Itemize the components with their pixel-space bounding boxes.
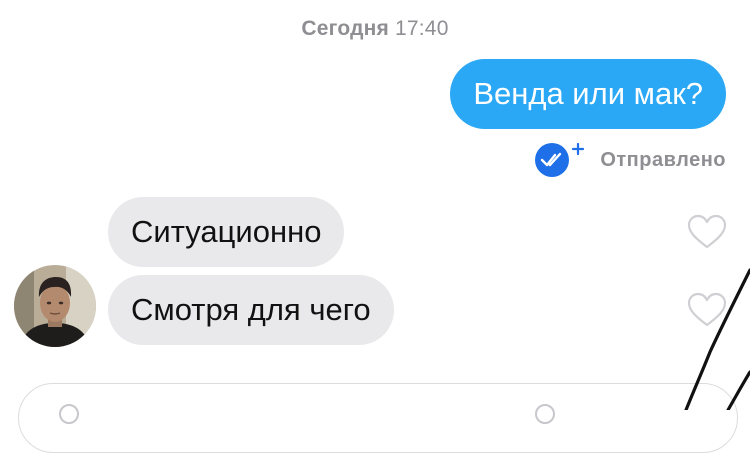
date-separator-time: 17:40 [395, 17, 449, 40]
incoming-message-bubble[interactable]: Ситуационно [108, 197, 345, 267]
message-composer[interactable] [18, 383, 738, 453]
incoming-message-bubble[interactable]: Смотря для чего [108, 275, 394, 345]
camera-icon[interactable] [59, 404, 79, 424]
incoming-message-text: Смотря для чего [131, 292, 371, 327]
date-separator: Сегодня 17:40 [0, 17, 750, 41]
sender-avatar[interactable] [14, 265, 96, 347]
heart-icon[interactable] [686, 292, 728, 328]
incoming-message-text: Ситуационно [131, 214, 322, 249]
date-separator-day: Сегодня [301, 17, 389, 40]
outgoing-message-text: Венда или мак? [473, 76, 703, 111]
message-status: Отправлено [535, 140, 726, 180]
heart-icon[interactable] [686, 214, 728, 250]
outgoing-message-bubble[interactable]: Венда или мак? [450, 59, 726, 129]
double-check-plus-icon [535, 142, 585, 178]
emoji-icon[interactable] [535, 404, 555, 424]
message-status-label: Отправлено [600, 148, 726, 171]
